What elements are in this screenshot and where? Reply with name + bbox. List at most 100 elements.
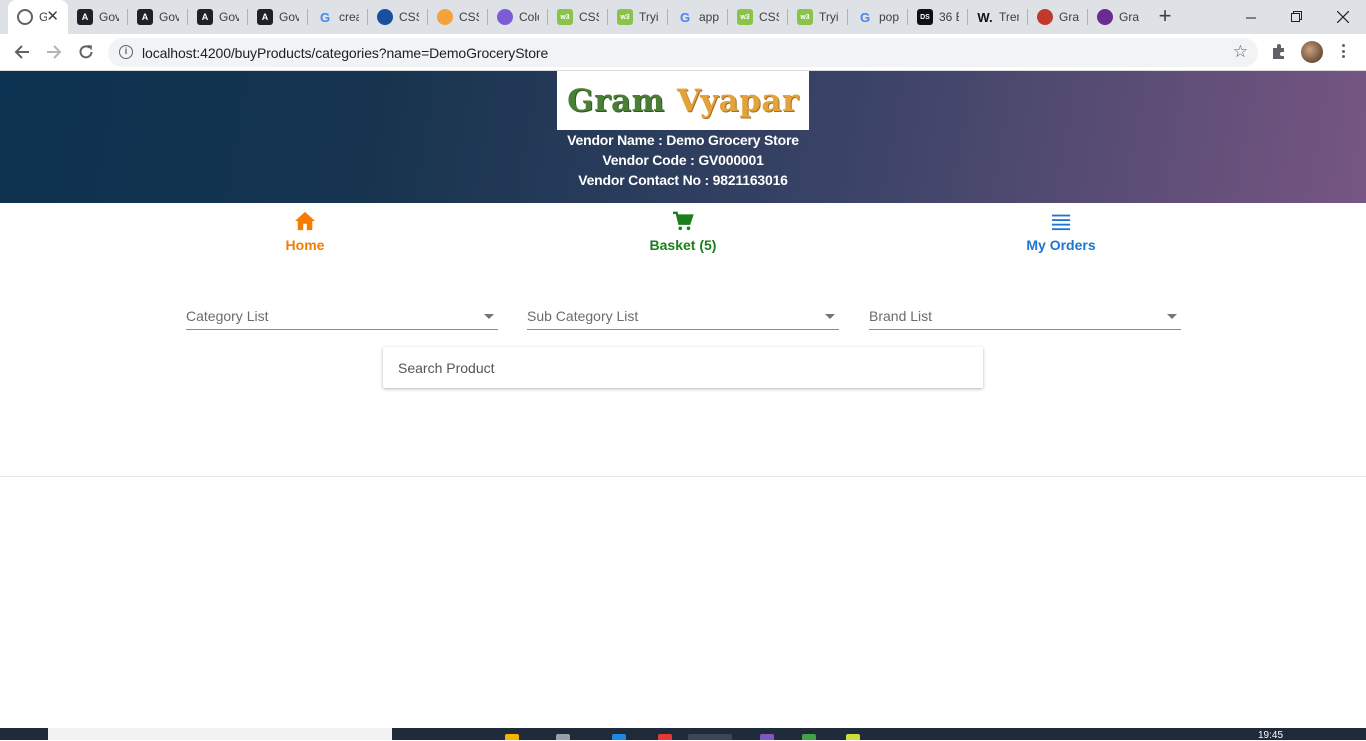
w3-icon: w3 [797, 9, 813, 25]
taskbar-app-icon[interactable] [760, 734, 774, 740]
close-icon [1337, 11, 1349, 23]
browser-tab-title: Tryi [639, 10, 659, 24]
menu-dot-icon [1341, 44, 1345, 47]
vendor-name: Vendor Name : Demo Grocery Store [567, 132, 799, 148]
brand-select[interactable]: Brand List [869, 305, 1181, 330]
google-icon: G [679, 9, 691, 25]
new-tab-button[interactable]: + [1154, 5, 1176, 28]
browser-tab[interactable]: CSS [368, 0, 428, 34]
taskbar-app-icon[interactable] [846, 734, 860, 740]
browser-tab[interactable]: W. Tren [968, 0, 1028, 34]
nav-home[interactable]: Home [235, 211, 375, 253]
ds-icon: DS [917, 9, 933, 25]
w-icon: W. [977, 9, 993, 25]
browser-tab-title: Gra [1059, 10, 1079, 24]
forward-button[interactable] [41, 39, 67, 65]
angular-icon: A [197, 9, 213, 25]
os-taskbar: 19:45 [0, 728, 1366, 741]
browser-tab-title: app [699, 10, 719, 24]
home-icon [295, 211, 315, 231]
browser-tab-title: Gov [99, 10, 119, 24]
reload-button[interactable] [73, 39, 99, 65]
browser-menu-button[interactable] [1335, 42, 1351, 60]
extensions-puzzle-icon[interactable] [1270, 42, 1288, 60]
browser-tab-title: CSS [399, 10, 419, 24]
browser-tab-title: CSS [579, 10, 599, 24]
cart-icon [673, 211, 694, 231]
browser-tab[interactable]: w3 CSS [728, 0, 788, 34]
restore-icon [1291, 11, 1302, 22]
restore-button[interactable] [1274, 0, 1320, 34]
browser-tab[interactable]: Gapp [668, 0, 728, 34]
gram-vyapar-logo: Gram Vyapar [557, 71, 809, 130]
taskbar-active-app[interactable] [688, 734, 732, 740]
close-window-button[interactable] [1320, 0, 1366, 34]
taskbar-search-box[interactable] [48, 728, 392, 740]
browser-tab[interactable]: Gram Vyapar✕ [8, 0, 68, 34]
arrow-right-icon [47, 45, 62, 59]
taskbar-app-icon[interactable] [802, 734, 816, 740]
browser-tab-title: crea [339, 10, 359, 24]
browser-tab-title: Tren [999, 10, 1019, 24]
dropdown-arrow-icon [1167, 314, 1177, 319]
angular-icon: A [257, 9, 273, 25]
minimize-icon [1245, 17, 1256, 18]
nav-basket-label: Basket (5) [649, 237, 717, 253]
browser-tab[interactable]: w3 Tryi [608, 0, 668, 34]
browser-tab-title: Tryi [819, 10, 839, 24]
profile-avatar[interactable] [1301, 41, 1323, 63]
browser-toolbar: i localhost:4200/buyProducts/categories?… [0, 34, 1366, 71]
address-url[interactable]: localhost:4200/buyProducts/categories?na… [142, 45, 548, 61]
w3-icon: w3 [737, 9, 753, 25]
nav-basket[interactable]: Basket (5) [613, 211, 753, 253]
category-select[interactable]: Category List [186, 305, 498, 330]
browser-tab[interactable]: Gra [1028, 0, 1088, 34]
reload-icon [79, 45, 93, 59]
nav-home-label: Home [285, 237, 325, 253]
browser-tab[interactable]: DS 36 E [908, 0, 968, 34]
app-header: Gram Vyapar Vendor Name : Demo Grocery S… [0, 71, 1366, 203]
info-icon[interactable]: i [119, 45, 133, 59]
w3-icon: w3 [557, 9, 573, 25]
taskbar-app-icon[interactable] [505, 734, 519, 740]
nav-my-orders[interactable]: My Orders [991, 211, 1131, 253]
back-button[interactable] [9, 39, 35, 65]
logo-word-gram: Gram [567, 82, 665, 119]
search-product-box [383, 347, 983, 388]
subcategory-select[interactable]: Sub Category List [527, 305, 839, 330]
taskbar-app-icon[interactable] [612, 734, 626, 740]
taskbar-app-icon[interactable] [658, 734, 672, 740]
minimize-button[interactable] [1228, 0, 1274, 34]
browser-tab-title: Gov [279, 10, 299, 24]
purple-drop-icon [1097, 9, 1113, 25]
globe-icon [17, 9, 33, 25]
list-icon [1051, 214, 1071, 231]
browser-tab[interactable]: Gpop [848, 0, 908, 34]
browser-tab[interactable]: A Gov [188, 0, 248, 34]
menu-dot-icon [1341, 49, 1345, 53]
search-product-input[interactable] [383, 347, 983, 388]
red-logo-icon [1037, 9, 1053, 25]
browser-tab[interactable]: A Gov [248, 0, 308, 34]
browser-tab[interactable]: w3 Tryi [788, 0, 848, 34]
address-bar[interactable]: i localhost:4200/buyProducts/categories?… [108, 38, 1258, 67]
brand-select-placeholder: Brand List [869, 308, 933, 324]
browser-tab[interactable]: Gra [1088, 0, 1148, 34]
browser-tab[interactable]: CSS [428, 0, 488, 34]
w3-icon: w3 [617, 9, 633, 25]
google-icon: G [859, 9, 871, 25]
bookmark-star-icon[interactable]: ☆ [1233, 42, 1248, 62]
browser-tab-title: CSS [759, 10, 779, 24]
browser-tab[interactable]: w3 CSS [548, 0, 608, 34]
taskbar-app-icon[interactable] [556, 734, 570, 740]
browser-tab[interactable]: Colo [488, 0, 548, 34]
nav-orders-label: My Orders [1026, 237, 1096, 253]
close-tab-icon[interactable]: ✕ [46, 9, 59, 25]
menu-dot-icon [1341, 55, 1345, 58]
browser-tab[interactable]: Gcrea [308, 0, 368, 34]
browser-tab-strip: + Gram Vyapar✕ A Gov A Gov A Gov A Gov Gcrea CSS CS… [0, 0, 1366, 34]
angular-icon: A [77, 9, 93, 25]
taskbar-clock: 19:45 [1258, 730, 1284, 741]
browser-tab[interactable]: A Gov [128, 0, 188, 34]
browser-tab[interactable]: A Gov [68, 0, 128, 34]
